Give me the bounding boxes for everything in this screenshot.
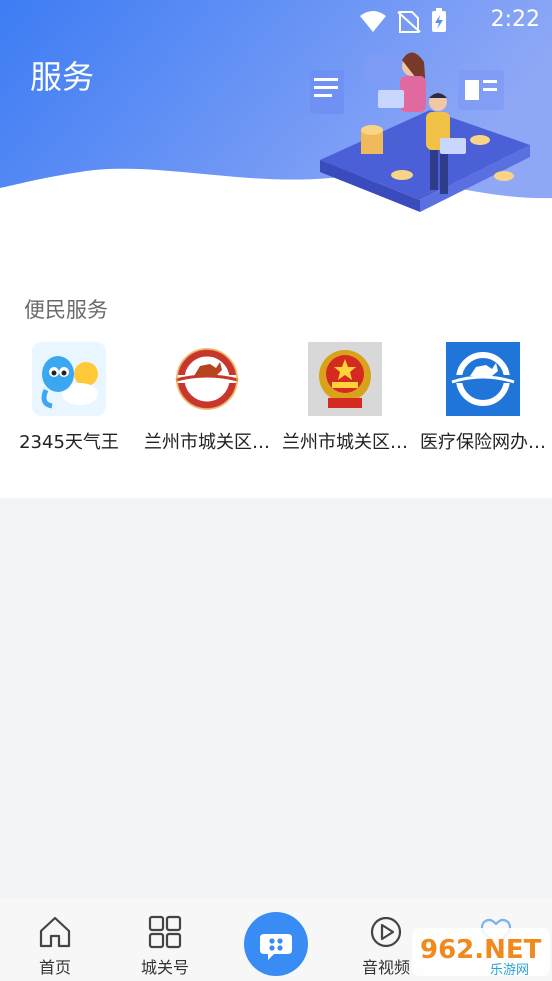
app-label: 兰州市城关区… (282, 432, 408, 453)
app-item-medical-insurance[interactable]: 医疗保险网办… (414, 342, 552, 462)
header-banner: 2:22 服务 (0, 0, 552, 250)
app-item-chengguan-2[interactable]: 兰州市城关区… (276, 342, 414, 462)
watermark-sub: 乐游网 (490, 963, 529, 978)
app-label: 2345天气王 (19, 432, 119, 453)
tab-label: 首页 (38, 958, 71, 977)
app-label: 兰州市城关区… (144, 432, 270, 453)
section-title: 便民服务 (24, 298, 108, 322)
wifi-icon (360, 11, 386, 32)
national-emblem-icon (308, 342, 382, 416)
insurance-horse-icon (446, 342, 520, 416)
grid-icon (148, 915, 182, 949)
chat-center-button[interactable] (244, 912, 308, 976)
watermark-logo: 962.NET 乐游网 (412, 922, 550, 978)
tab-chengguan[interactable]: 城关号 (125, 914, 205, 978)
watermark-text: 962.NET (420, 935, 542, 965)
horse-logo-icon (170, 342, 244, 416)
page-title: 服务 (30, 58, 95, 96)
app-item-chengguan-1[interactable]: 兰州市城关区… (138, 342, 276, 462)
home-icon (39, 916, 71, 948)
convenience-services-card: 便民服务 2345天气王 兰州市城关区… 兰州市城关区… 医疗保险网办… (0, 250, 552, 498)
tab-home[interactable]: 首页 (15, 914, 95, 978)
play-icon (370, 916, 402, 948)
no-sim-icon (397, 11, 421, 33)
app-item-weather[interactable]: 2345天气王 (0, 342, 138, 462)
weather-app-icon (32, 342, 106, 416)
status-time: 2:22 (490, 7, 540, 32)
tab-label: 城关号 (140, 958, 189, 977)
chat-bubble-icon (260, 934, 292, 960)
service-illustration (310, 52, 530, 212)
app-label: 医疗保险网办… (420, 432, 546, 453)
status-icons (358, 8, 468, 38)
status-bar: 2:22 (0, 0, 552, 40)
battery-charging-icon (432, 8, 446, 32)
